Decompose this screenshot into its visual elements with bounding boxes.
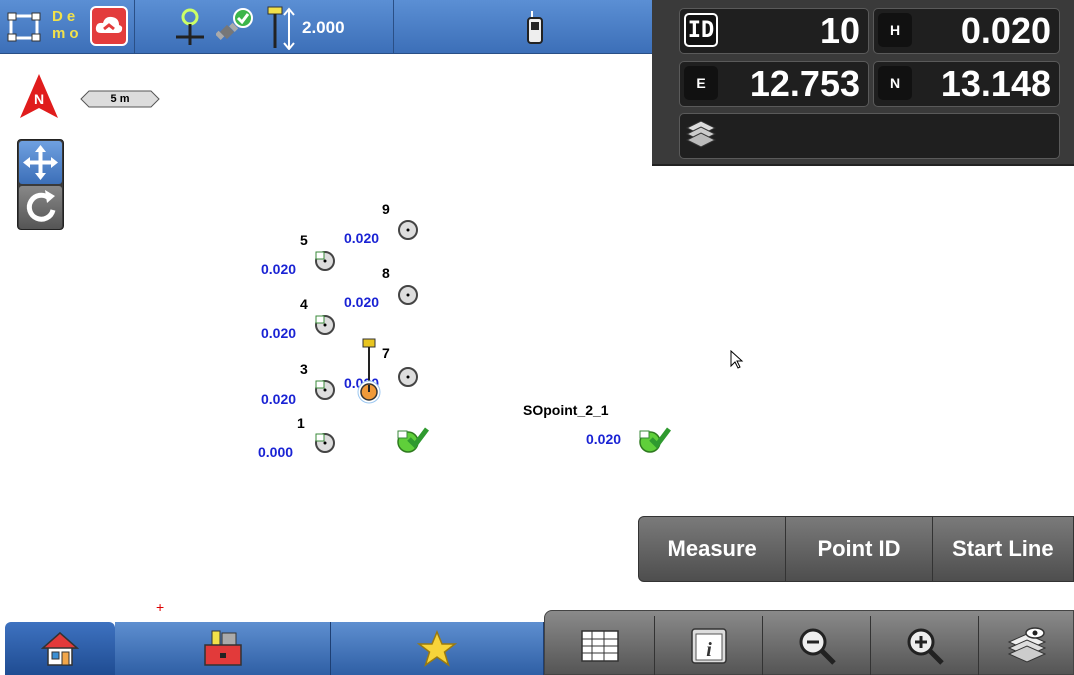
status-bar: De mo 2.000 xyxy=(0,0,652,54)
point-label-7: 7 xyxy=(382,345,390,361)
north-label: N xyxy=(34,91,44,107)
gnss-status[interactable] xyxy=(170,3,210,51)
point-label-1: 1 xyxy=(297,415,305,431)
pole-height-icon xyxy=(267,6,295,50)
scale-label: 5 m xyxy=(110,93,130,105)
layer-cell[interactable] xyxy=(679,113,1060,159)
point-label-4: 4 xyxy=(300,296,308,312)
zoom-in-icon xyxy=(907,628,944,665)
h-value: 0.020 xyxy=(960,10,1051,51)
point-height-5: 0.020 xyxy=(261,261,297,277)
project-button[interactable] xyxy=(4,3,44,51)
point-height-4: 0.020 xyxy=(261,325,297,341)
map-nav-control xyxy=(17,139,64,230)
rotate-icon xyxy=(26,190,56,222)
point-height-9: 0.020 xyxy=(344,230,380,246)
measured-point-symbol[interactable] xyxy=(314,250,336,272)
point-label-5: 5 xyxy=(300,232,308,248)
id-tag: ID xyxy=(684,13,718,47)
e-value: 12.753 xyxy=(749,63,860,104)
layer-view-icon xyxy=(1007,626,1046,663)
coordinate-panel: ID 10 H 0.020 E 12.753 N 13.148 xyxy=(652,0,1074,166)
staked-point-symbol[interactable] xyxy=(637,425,671,455)
e-cell[interactable]: E 12.753 xyxy=(679,61,869,107)
measured-point-symbol[interactable] xyxy=(314,432,336,454)
tools-tab[interactable] xyxy=(115,622,331,675)
demo-label: De mo xyxy=(52,8,83,42)
point-label-3: 3 xyxy=(300,361,308,377)
h-cell[interactable]: H 0.020 xyxy=(873,8,1060,54)
measure-button[interactable]: Measure xyxy=(639,517,787,581)
layer-view-button[interactable] xyxy=(978,616,1074,675)
id-cell[interactable]: ID 10 xyxy=(679,8,869,54)
info-icon: i xyxy=(690,627,727,664)
north-arrow[interactable]: N xyxy=(18,72,60,125)
crosshair-marker: + xyxy=(156,599,165,615)
h-tag: H xyxy=(878,13,912,47)
gnss-icon xyxy=(176,8,204,45)
id-value: 10 xyxy=(819,10,860,51)
action-bar: Measure Point ID Start Line xyxy=(638,516,1074,582)
point-label-9: 9 xyxy=(382,201,390,217)
table-icon xyxy=(581,629,619,662)
point-label-sopoint: SOpoint_2_1 xyxy=(523,402,609,418)
info-button[interactable]: i xyxy=(654,616,762,675)
measured-point-symbol[interactable] xyxy=(314,314,336,336)
satellite-check-icon xyxy=(216,8,253,40)
instrument-height-value: 2.000 xyxy=(302,18,345,37)
survey-app-window: { "topbar": { "demo_label": "De mo", "in… xyxy=(0,0,1074,675)
survey-point-symbol[interactable] xyxy=(397,219,419,241)
rover-position-icon xyxy=(357,338,381,404)
rotate-button[interactable] xyxy=(19,186,62,229)
point-label-8: 8 xyxy=(382,265,390,281)
north-arrow-icon: N xyxy=(20,74,58,118)
point-height-sopoint: 0.020 xyxy=(586,431,622,447)
point-height-8: 0.020 xyxy=(344,294,380,310)
mouse-cursor-icon xyxy=(730,350,744,369)
survey-point-symbol[interactable] xyxy=(397,284,419,306)
pole-height-button[interactable] xyxy=(260,3,300,51)
point-id-button[interactable]: Point ID xyxy=(786,517,933,581)
survey-point-symbol[interactable] xyxy=(397,366,419,388)
cloud-button[interactable] xyxy=(90,6,128,46)
point-height-3: 0.020 xyxy=(261,391,297,407)
point-height-1: 0.000 xyxy=(258,444,294,460)
project-icon xyxy=(7,12,41,42)
cloud-icon xyxy=(95,16,123,33)
zoom-in-button[interactable] xyxy=(870,616,978,675)
radio-icon xyxy=(527,11,543,44)
toolbox-icon xyxy=(203,630,242,666)
home-tab[interactable] xyxy=(5,622,115,675)
pan-icon xyxy=(23,145,58,180)
zoom-out-icon xyxy=(799,628,836,665)
svg-text:i: i xyxy=(706,639,712,661)
e-tag: E xyxy=(684,66,718,100)
home-icon xyxy=(41,631,79,666)
star-icon xyxy=(417,629,457,667)
n-tag: N xyxy=(878,66,912,100)
start-line-button[interactable]: Start Line xyxy=(933,517,1073,581)
staked-point-symbol[interactable] xyxy=(395,425,429,455)
n-cell[interactable]: N 13.148 xyxy=(873,61,1060,107)
layers-icon xyxy=(684,118,718,152)
table-view-button[interactable] xyxy=(546,616,654,675)
favorites-tab[interactable] xyxy=(331,622,544,675)
bottom-toolbar: i xyxy=(0,610,1074,675)
pan-button[interactable] xyxy=(19,141,62,184)
satellite-status[interactable] xyxy=(215,3,255,51)
measured-point-symbol[interactable] xyxy=(314,379,336,401)
n-value: 13.148 xyxy=(940,63,1051,104)
zoom-out-button[interactable] xyxy=(762,616,870,675)
radio-status[interactable] xyxy=(520,3,550,51)
